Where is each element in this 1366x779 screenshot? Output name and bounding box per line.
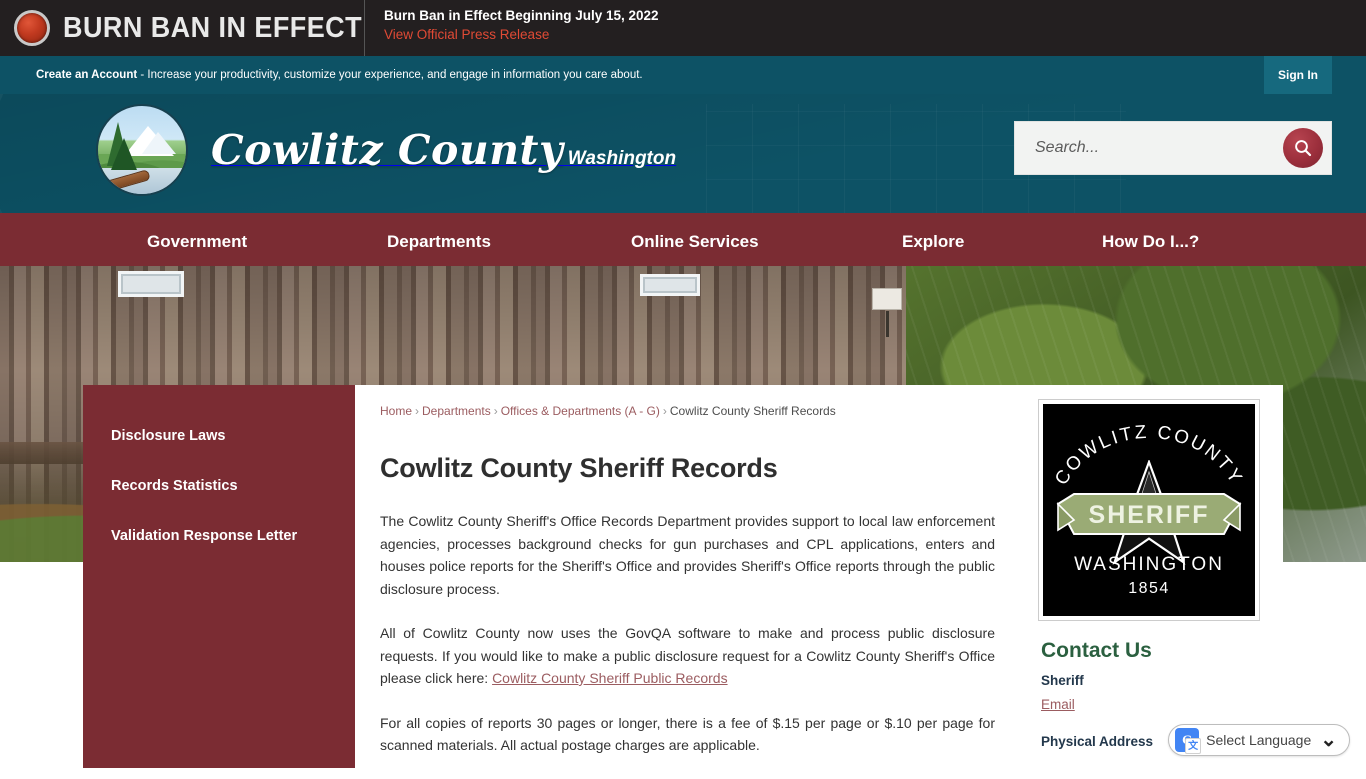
breadcrumb-separator: › (663, 404, 667, 418)
language-selector[interactable]: G文 Select Language ⌄ (1168, 724, 1350, 756)
red-circle-icon (14, 10, 50, 46)
breadcrumb: Home›Departments›Offices & Departments (… (380, 403, 1077, 419)
alert-message-block: Burn Ban in Effect Beginning July 15, 20… (365, 0, 659, 56)
badge-state-label: WASHINGTON (1043, 554, 1255, 576)
breadcrumb-separator: › (494, 404, 498, 418)
body-paragraph-2: All of Cowlitz County now uses the GovQA… (380, 622, 995, 690)
site-title-county: Cowlitz County (211, 126, 563, 174)
county-seal-icon (96, 104, 188, 196)
language-selector-label: Select Language (1206, 732, 1311, 748)
nav-item-government[interactable]: Government (147, 232, 247, 252)
google-translate-icon: G文 (1175, 728, 1199, 752)
site-title-state: Washington (568, 148, 676, 169)
search-button[interactable] (1283, 128, 1323, 168)
sidebar-item-records-statistics[interactable]: Records Statistics (83, 461, 355, 511)
breadcrumb-item-current: Cowlitz County Sheriff Records (670, 404, 836, 418)
body-paragraph-1: The Cowlitz County Sheriff's Office Reco… (380, 510, 995, 600)
nav-item-explore[interactable]: Explore (902, 232, 964, 252)
nav-item-departments[interactable]: Departments (387, 232, 491, 252)
account-bar: Create an Account - Increase your produc… (0, 56, 1366, 94)
contact-us-heading: Contact Us (1041, 639, 1283, 663)
create-account-link[interactable]: Create an Account (36, 69, 137, 81)
burn-ban-alert-bar: BURN BAN IN EFFECT Burn Ban in Effect Be… (0, 0, 1366, 56)
sheriff-badge-icon: COWLITZ COUNTY SHERIFF WASHINGTON 1854 (1043, 404, 1255, 616)
right-rail: COWLITZ COUNTY SHERIFF WASHINGTON 1854 (1038, 399, 1283, 753)
content-card: Disclosure Laws Records Statistics Valid… (83, 385, 1283, 768)
search-input[interactable] (1015, 138, 1283, 158)
account-bar-tagline: - Increase your productivity, customize … (137, 69, 642, 81)
body-paragraph-3: For all copies of reports 30 pages or lo… (380, 712, 995, 757)
nav-item-online-services[interactable]: Online Services (631, 232, 759, 252)
primary-navigation: Government Departments Online Services E… (0, 213, 1366, 266)
site-header-band: Cowlitz County Washington (0, 94, 1366, 213)
site-search (1014, 121, 1332, 175)
page-title: Cowlitz County Sheriff Records (380, 453, 1077, 484)
sheriff-badge-frame: COWLITZ COUNTY SHERIFF WASHINGTON 1854 (1038, 399, 1260, 621)
search-icon (1293, 138, 1313, 158)
view-press-release-link[interactable]: View Official Press Release (384, 25, 659, 45)
sidebar-item-validation-response-letter[interactable]: Validation Response Letter (83, 511, 355, 561)
badge-ribbon: SHERIFF (1056, 490, 1242, 540)
alert-brand-block: BURN BAN IN EFFECT (0, 0, 365, 56)
badge-ribbon-label: SHERIFF (1089, 501, 1210, 529)
public-records-link[interactable]: Cowlitz County Sheriff Public Records (492, 670, 728, 686)
nav-item-how-do-i[interactable]: How Do I...? (1102, 232, 1199, 252)
chevron-down-icon: ⌄ (1320, 735, 1337, 745)
sidebar-item-disclosure-laws[interactable]: Disclosure Laws (83, 411, 355, 461)
site-wordmark: Cowlitz County Washington (211, 128, 676, 172)
contact-name: Sheriff (1041, 673, 1283, 688)
badge-year-label: 1854 (1043, 580, 1255, 598)
breadcrumb-item-departments[interactable]: Departments (422, 404, 491, 418)
alert-headline: Burn Ban in Effect Beginning July 15, 20… (384, 7, 659, 25)
breadcrumb-item-home[interactable]: Home (380, 404, 412, 418)
site-logo-link[interactable]: Cowlitz County Washington (96, 104, 676, 196)
breadcrumb-separator: › (415, 404, 419, 418)
breadcrumb-item-offices-a-g[interactable]: Offices & Departments (A - G) (501, 404, 660, 418)
alert-title: BURN BAN IN EFFECT (63, 12, 362, 45)
main-content: Home›Departments›Offices & Departments (… (380, 385, 1095, 779)
section-sidebar: Disclosure Laws Records Statistics Valid… (83, 385, 355, 768)
sign-in-button[interactable]: Sign In (1264, 56, 1332, 94)
account-bar-text: Create an Account - Increase your produc… (36, 69, 643, 81)
contact-email-link[interactable]: Email (1041, 697, 1075, 712)
